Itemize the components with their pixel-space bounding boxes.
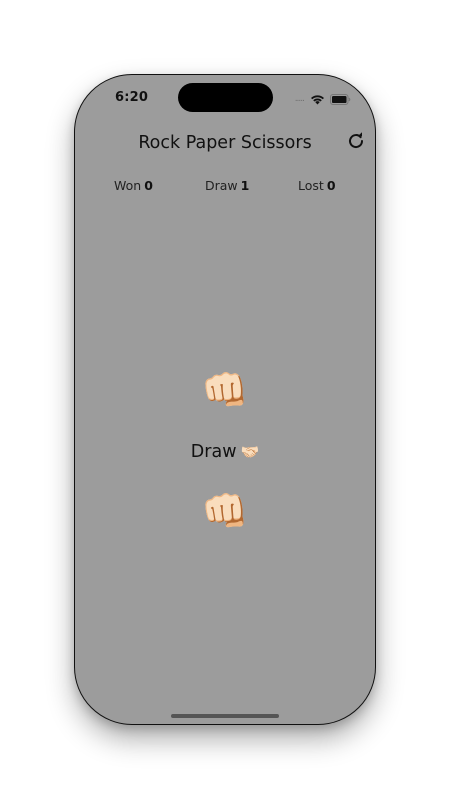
- score-lost: Lost 0: [298, 178, 336, 193]
- score-draw-value: 1: [240, 178, 250, 193]
- home-indicator[interactable]: [171, 714, 279, 718]
- score-lost-label: Lost: [298, 178, 324, 193]
- result-text: Draw 🤝🏻: [75, 440, 375, 464]
- wifi-icon: [311, 94, 324, 104]
- status-icons: .....: [295, 93, 351, 105]
- status-time: 6:20: [115, 90, 149, 105]
- handshake-icon: 🤝🏻: [240, 443, 260, 461]
- opponent-hand-icon: 👊🏻: [201, 368, 249, 412]
- dynamic-island: [178, 83, 273, 112]
- result-label: Draw: [190, 442, 237, 462]
- score-draw: Draw 1: [205, 178, 249, 193]
- stage: 6:20 ..... Rock Paper Scissors Won 0 Dra…: [0, 0, 450, 800]
- score-draw-label: Draw: [205, 178, 238, 193]
- battery-icon: [330, 93, 351, 105]
- phone-frame: 6:20 ..... Rock Paper Scissors Won 0 Dra…: [74, 74, 376, 725]
- score-won-label: Won: [114, 178, 142, 193]
- score-lost-value: 0: [326, 178, 336, 193]
- signal-dots-icon: .....: [294, 94, 305, 104]
- score-row: Won 0 Draw 1 Lost 0: [75, 178, 375, 196]
- refresh-icon: [349, 132, 364, 149]
- refresh-button[interactable]: [347, 132, 365, 150]
- score-won-value: 0: [144, 178, 153, 193]
- score-won: Won 0: [114, 178, 153, 193]
- page-title: Rock Paper Scissors: [138, 133, 312, 153]
- player-hand-icon: 👊🏻: [201, 489, 249, 533]
